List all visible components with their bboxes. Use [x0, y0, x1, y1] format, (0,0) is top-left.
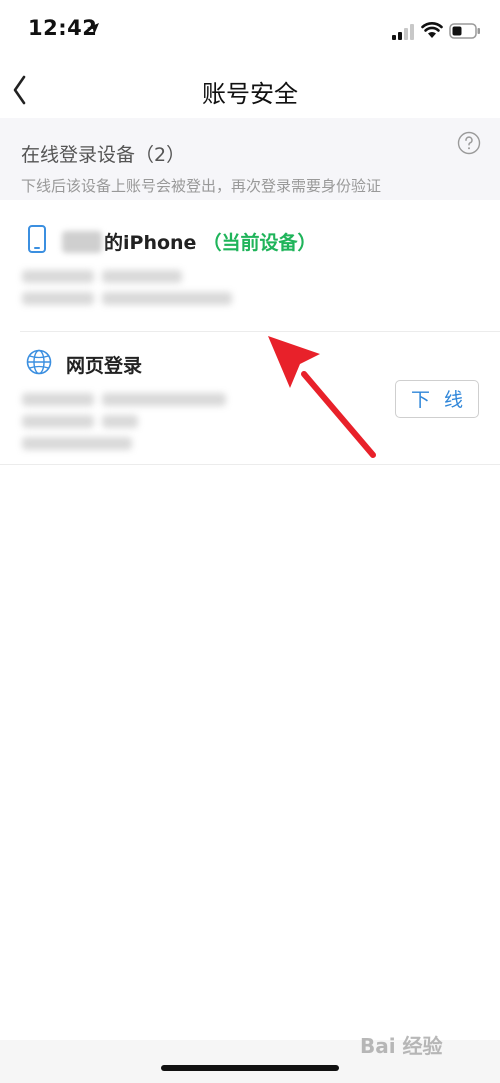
blurred-detail — [102, 270, 182, 283]
globe-icon — [26, 349, 52, 375]
current-device-tag: （当前设备） — [202, 232, 317, 254]
section-title: 在线登录设备（2） — [21, 144, 186, 166]
annotation-arrow-icon — [268, 336, 376, 458]
blurred-detail — [102, 393, 226, 406]
device-name-suffix: 的iPhone — [104, 232, 197, 254]
device-name: 网页登录 — [66, 351, 142, 378]
blurred-detail — [102, 292, 232, 305]
blurred-detail — [22, 415, 94, 428]
blurred-detail — [102, 415, 138, 428]
blurred-detail — [22, 270, 94, 283]
location-arrow-icon — [87, 23, 99, 35]
phone-icon — [28, 225, 46, 253]
divider — [0, 464, 500, 465]
help-icon[interactable] — [457, 131, 481, 155]
page-title: 账号安全 — [202, 80, 298, 108]
blurred-detail — [22, 393, 94, 406]
device-name-label: 网页登录 — [66, 355, 143, 377]
nav-bar: 账号安全 — [0, 62, 500, 118]
device-name: 的iPhone （当前设备） — [62, 228, 316, 255]
blurred-username — [62, 230, 102, 253]
device-item-web: 网页登录 下 线 — [0, 333, 500, 465]
battery-icon — [449, 23, 480, 39]
blurred-detail — [22, 292, 94, 305]
status-bar: 12:42 — [0, 0, 500, 62]
wifi-icon — [421, 22, 443, 38]
cellular-signal-icon — [392, 24, 414, 40]
device-item-iphone: 的iPhone （当前设备） — [0, 200, 500, 332]
watermark-logo: Bai 经验 — [360, 1034, 443, 1058]
blurred-detail — [22, 437, 132, 450]
online-devices-header: 在线登录设备（2） 下线后该设备上账号会被登出，再次登录需要身份验证 — [0, 118, 500, 200]
section-subtitle: 下线后该设备上账号会被登出，再次登录需要身份验证 — [21, 177, 382, 195]
home-indicator[interactable] — [161, 1065, 339, 1071]
logout-device-button[interactable]: 下 线 — [395, 380, 479, 418]
